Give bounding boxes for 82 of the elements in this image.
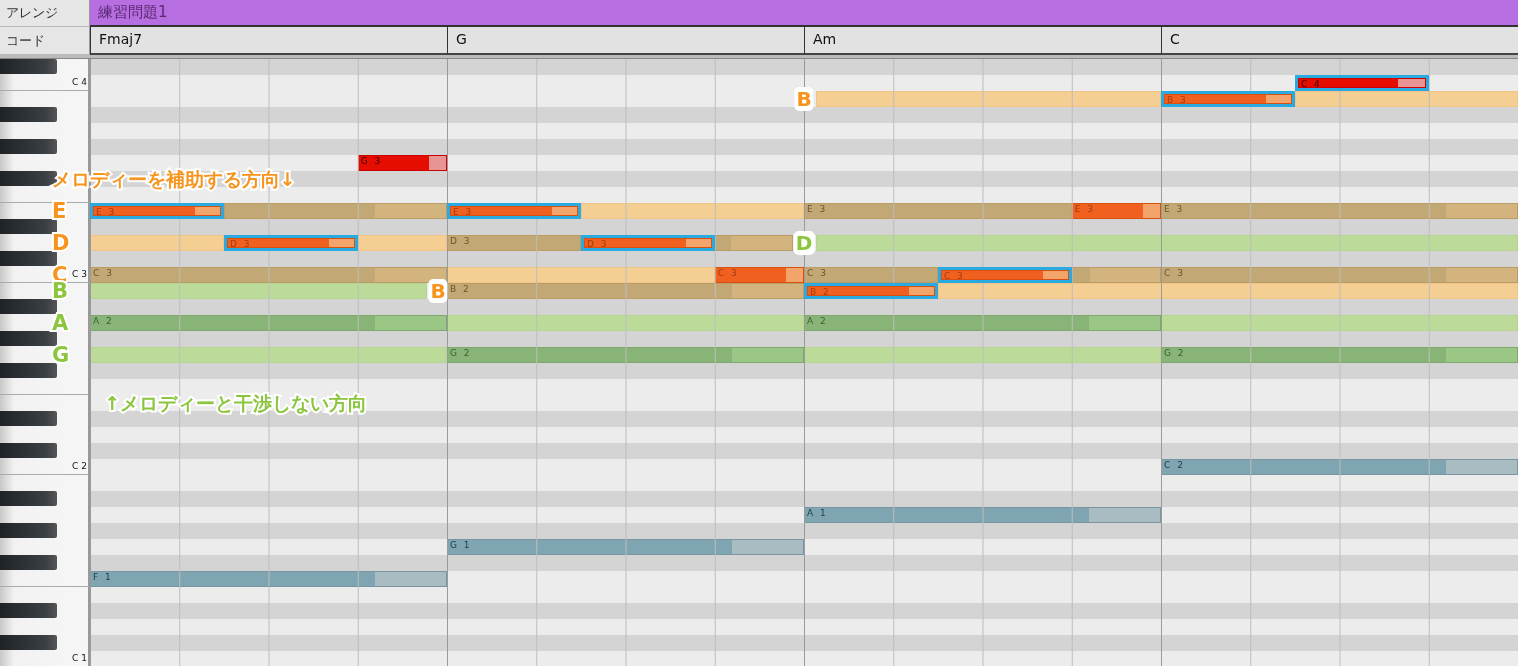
track-header: コード (0, 27, 90, 55)
marker-letter: B (428, 279, 448, 303)
piano-key[interactable] (0, 59, 90, 75)
note-bar[interactable]: A 2 (90, 315, 447, 331)
piano-key[interactable] (0, 331, 90, 347)
key-label: C 3 (72, 269, 87, 279)
piano-key[interactable] (0, 411, 90, 427)
note-bar[interactable]: C 3 (714, 267, 804, 283)
note-label: E 3 (453, 207, 474, 215)
piano-key[interactable] (0, 363, 90, 379)
note-label: A 1 (807, 508, 828, 518)
note-bar[interactable]: D 3 (447, 235, 581, 251)
key-label: C 1 (72, 653, 87, 663)
piano-key[interactable] (0, 523, 90, 539)
track-header: アレンジ (0, 0, 90, 27)
note-label: C 3 (93, 268, 114, 278)
note-bar[interactable]: C 3 (804, 267, 938, 283)
piano-key[interactable] (0, 603, 90, 619)
arrange-track[interactable]: 練習問題1 (90, 0, 1518, 27)
note-label: A 2 (807, 316, 828, 326)
note-bar[interactable]: B 2 (447, 283, 804, 299)
note-label: C 3 (717, 268, 739, 278)
note-bar[interactable]: C 3 (90, 267, 447, 283)
note-label: B 2 (810, 287, 831, 295)
note-label: G 3 (360, 156, 383, 166)
note-label: B 3 (1167, 95, 1188, 103)
marker-letter: B (794, 87, 814, 111)
note-bar[interactable]: E 3 (1071, 203, 1161, 219)
note-label: E 3 (807, 204, 828, 214)
note-bar[interactable]: C 3 (1161, 267, 1518, 283)
note-label: D 3 (229, 239, 252, 247)
note-label: G 2 (450, 348, 472, 358)
piano-key[interactable] (0, 139, 90, 155)
chord-cell[interactable]: Am (804, 27, 1161, 55)
note-label: A 2 (93, 316, 114, 326)
marker-letter: D (793, 231, 815, 255)
note-bar[interactable] (223, 203, 447, 219)
note-bar[interactable]: A 2 (804, 315, 1161, 331)
piano-key[interactable] (0, 491, 90, 507)
marker-letter: G (52, 347, 70, 363)
note-label: C 4 (1300, 79, 1322, 87)
piano-key[interactable] (0, 299, 90, 315)
note-label: D 3 (586, 239, 609, 247)
piano-key[interactable] (0, 219, 90, 235)
marker-letter: A (52, 315, 69, 331)
piano-key[interactable] (0, 107, 90, 123)
note-bar[interactable]: E 3 (1161, 203, 1518, 219)
marker-letter: D (52, 235, 70, 251)
note-bar[interactable]: F 1 (90, 571, 447, 587)
note-label: E 3 (96, 207, 117, 215)
piano-key[interactable] (0, 635, 90, 651)
chord-cell[interactable]: C (1161, 27, 1518, 55)
piano-key[interactable] (0, 251, 90, 267)
key-label: C 2 (72, 461, 87, 471)
note-bar[interactable]: G 2 (447, 347, 804, 363)
note-label: B 2 (450, 284, 471, 294)
note-label: G 2 (1164, 348, 1186, 358)
key-label: C 4 (72, 77, 87, 87)
note-bar[interactable]: E 3 (804, 203, 1072, 219)
note-bar[interactable]: C 2 (1161, 459, 1518, 475)
note-bar[interactable]: G 3 (357, 155, 447, 171)
note-label: E 3 (1164, 204, 1185, 214)
note-label: C 3 (1164, 268, 1185, 278)
piano-key[interactable] (0, 555, 90, 571)
note-bar[interactable]: A 1 (804, 507, 1161, 523)
note-bar[interactable]: G 1 (447, 539, 804, 555)
piano-key[interactable] (0, 443, 90, 459)
note-label: C 3 (943, 271, 965, 279)
chord-cell[interactable]: Fmaj7 (90, 27, 447, 55)
note-label: E 3 (1074, 204, 1096, 214)
note-bar[interactable] (714, 235, 794, 251)
note-label: G 1 (450, 540, 472, 550)
note-label: C 2 (1164, 460, 1185, 470)
note-bar[interactable]: G 2 (1161, 347, 1518, 363)
marker-letter: E (52, 203, 67, 219)
note-label: D 3 (450, 236, 472, 246)
note-bar[interactable] (1071, 267, 1161, 283)
annotation-text: ↑メロディーと干渉しない方向 (104, 391, 368, 415)
note-label: F 1 (93, 572, 113, 582)
note-label: C 3 (807, 268, 828, 278)
marker-letter: B (52, 283, 68, 299)
chord-cell[interactable]: G (447, 27, 804, 55)
